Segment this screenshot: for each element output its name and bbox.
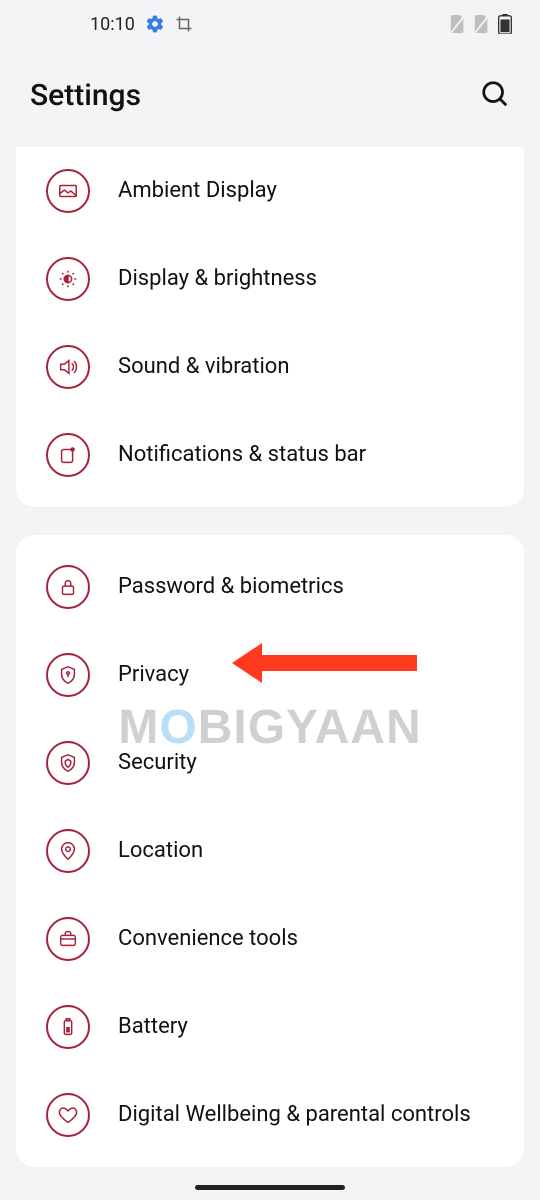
settings-item-password-biometrics[interactable]: Password & biometrics <box>16 543 524 631</box>
crop-status-icon <box>175 15 193 33</box>
home-indicator[interactable] <box>195 1185 345 1190</box>
lock-icon <box>46 565 90 609</box>
settings-item-location[interactable]: Location <box>16 807 524 895</box>
settings-item-label: Battery <box>118 1013 188 1041</box>
settings-item-label: Digital Wellbeing & parental controls <box>118 1101 471 1129</box>
settings-item-digital-wellbeing[interactable]: Digital Wellbeing & parental controls <box>16 1071 524 1159</box>
heart-icon <box>46 1093 90 1137</box>
settings-group-security: Password & biometrics Privacy Security L… <box>16 535 524 1167</box>
settings-item-privacy[interactable]: Privacy <box>16 631 524 719</box>
status-bar: 10:10 <box>0 0 540 48</box>
settings-item-convenience-tools[interactable]: Convenience tools <box>16 895 524 983</box>
search-button[interactable] <box>480 79 510 113</box>
settings-item-sound-vibration[interactable]: Sound & vibration <box>16 323 524 411</box>
shield-icon <box>46 741 90 785</box>
sim-off-icon-1 <box>450 15 466 33</box>
settings-header: Settings <box>0 48 540 147</box>
battery-icon <box>498 14 512 34</box>
settings-item-security[interactable]: Security <box>16 719 524 807</box>
settings-item-notifications-statusbar[interactable]: Notifications & status bar <box>16 411 524 499</box>
settings-item-label: Notifications & status bar <box>118 441 366 469</box>
privacy-shield-icon <box>46 653 90 697</box>
settings-item-label: Convenience tools <box>118 925 298 953</box>
settings-item-display-brightness[interactable]: Display & brightness <box>16 235 524 323</box>
settings-item-label: Privacy <box>118 661 189 689</box>
settings-item-label: Security <box>118 749 197 777</box>
page-title: Settings <box>30 78 141 113</box>
notification-icon <box>46 433 90 477</box>
status-time: 10:10 <box>90 14 135 35</box>
speaker-icon <box>46 345 90 389</box>
settings-item-label: Ambient Display <box>118 177 277 205</box>
settings-group-display: Ambient Display Display & brightness Sou… <box>16 147 524 507</box>
settings-item-ambient-display[interactable]: Ambient Display <box>16 147 524 235</box>
settings-item-battery[interactable]: Battery <box>16 983 524 1071</box>
settings-item-label: Display & brightness <box>118 265 317 293</box>
sim-off-icon-2 <box>474 15 490 33</box>
brightness-icon <box>46 257 90 301</box>
settings-item-label: Location <box>118 837 203 865</box>
image-icon <box>46 169 90 213</box>
toolbox-icon <box>46 917 90 961</box>
settings-item-label: Password & biometrics <box>118 573 344 601</box>
settings-status-icon <box>145 14 165 34</box>
location-pin-icon <box>46 829 90 873</box>
settings-item-label: Sound & vibration <box>118 353 290 381</box>
battery-icon-row <box>46 1005 90 1049</box>
